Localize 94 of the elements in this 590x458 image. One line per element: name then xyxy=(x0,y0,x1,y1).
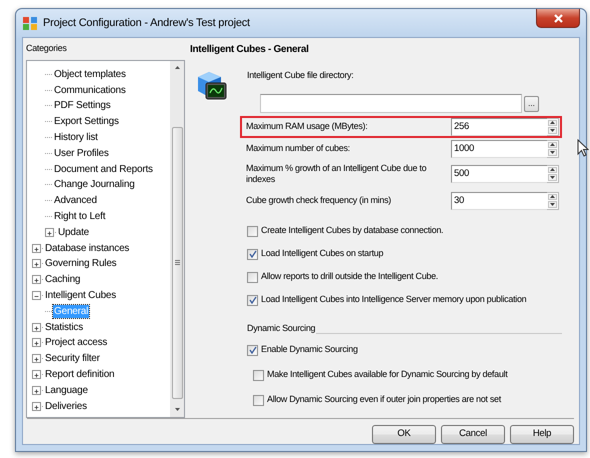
down-arrow-icon xyxy=(550,150,555,154)
checkbox-label[interactable]: Allow reports to drill outside the Intelligent Cube. xyxy=(261,270,438,284)
spin-up-button[interactable] xyxy=(548,166,557,173)
scrollbar-thumb[interactable] xyxy=(172,126,182,398)
spin-up-button[interactable] xyxy=(548,142,557,148)
collapse-icon[interactable] xyxy=(32,291,41,300)
checkbox-label[interactable]: Load Intelligent Cubes into Intelligence Server memory upon publication xyxy=(261,293,526,307)
expand-icon[interactable] xyxy=(32,386,41,395)
checkbox[interactable] xyxy=(247,344,258,356)
checkbox-label[interactable]: Allow Dynamic Sourcing even if outer join properties are not set xyxy=(267,393,501,407)
tree-item[interactable]: Language xyxy=(44,384,89,397)
tree-item[interactable]: User Profiles xyxy=(53,146,110,160)
field-label: Maximum RAM usage (MBytes): xyxy=(246,121,368,132)
panel-title: Intelligent Cubes - General xyxy=(190,43,310,57)
dialog-button[interactable]: Help xyxy=(510,425,574,444)
spin-down-button[interactable] xyxy=(548,174,557,180)
dialog-button[interactable]: OK xyxy=(372,425,436,444)
tree-item[interactable]: Advanced xyxy=(53,194,98,208)
down-arrow-icon xyxy=(550,128,555,132)
spin-control[interactable] xyxy=(547,164,559,182)
expand-icon[interactable] xyxy=(32,354,41,364)
checkbox-label[interactable]: Create Intelligent Cubes by database connection. xyxy=(261,224,444,238)
tree-item[interactable]: History list xyxy=(53,131,99,144)
app-icon xyxy=(22,15,38,31)
number-field[interactable]: 1000 xyxy=(451,140,547,158)
checkbox-label[interactable]: Load Intelligent Cubes on startup xyxy=(261,247,384,261)
close-button[interactable] xyxy=(536,9,580,28)
expand-icon[interactable] xyxy=(32,370,41,380)
up-arrow-icon xyxy=(550,121,555,124)
field-label: Cube growth check frequency (in mins) xyxy=(246,195,392,206)
close-icon xyxy=(552,12,564,24)
number-field[interactable]: 500 xyxy=(451,164,547,182)
grip-icon xyxy=(174,260,180,265)
scrollbar[interactable] xyxy=(170,60,184,416)
window-title: Project Configuration - Andrew's Test project xyxy=(43,16,250,31)
checkbox-label[interactable]: Enable Dynamic Sourcing xyxy=(261,343,358,357)
field-label: Maximum % growth of an Intelligent Cube due to indexes xyxy=(246,162,428,184)
down-arrow-icon xyxy=(550,202,555,206)
up-arrow-icon xyxy=(550,195,555,198)
cursor-icon xyxy=(577,139,589,157)
tree-item[interactable]: Governing Rules xyxy=(44,257,118,270)
tree-item[interactable]: Caching xyxy=(44,273,82,286)
tree-item[interactable]: Intelligent Cubes xyxy=(44,289,118,302)
expand-icon[interactable] xyxy=(32,275,41,284)
expand-icon[interactable] xyxy=(32,338,41,348)
down-arrow-icon xyxy=(550,176,555,179)
browse-button[interactable]: ... xyxy=(524,96,539,112)
checkbox[interactable] xyxy=(247,294,258,306)
expand-icon[interactable] xyxy=(32,259,41,268)
up-arrow-icon xyxy=(550,143,555,146)
checkbox[interactable] xyxy=(253,394,264,406)
tree-item[interactable]: Statistics xyxy=(44,320,84,334)
spin-down-button[interactable] xyxy=(548,127,557,134)
scroll-up-icon xyxy=(174,65,180,70)
tree-item[interactable]: Right to Left xyxy=(53,210,106,224)
checkbox[interactable] xyxy=(247,272,258,282)
checkbox[interactable] xyxy=(247,226,258,236)
spin-up-button[interactable] xyxy=(548,120,557,126)
tree-item[interactable]: Database instances xyxy=(44,242,130,255)
expand-icon[interactable] xyxy=(32,402,41,411)
number-field[interactable]: 256 xyxy=(451,118,547,136)
number-field[interactable]: 30 xyxy=(451,192,547,210)
tree-item[interactable]: Security filter xyxy=(44,352,101,366)
spin-down-button[interactable] xyxy=(548,201,557,208)
directory-field[interactable] xyxy=(260,94,522,112)
tree-item[interactable]: Update xyxy=(57,226,90,239)
tree-item[interactable]: PDF Settings xyxy=(53,99,112,112)
tree-item[interactable]: Deliveries xyxy=(44,400,88,413)
field-label: Maximum number of cubes: xyxy=(246,143,351,154)
expand-icon[interactable] xyxy=(32,244,41,253)
checkbox[interactable] xyxy=(253,370,264,380)
up-arrow-icon xyxy=(550,168,555,172)
tree-item[interactable]: Report definition xyxy=(44,368,116,382)
tree-item[interactable]: Document and Reports xyxy=(53,162,154,176)
section-label: Dynamic Sourcing xyxy=(247,322,316,335)
spin-down-button[interactable] xyxy=(548,149,557,156)
scroll-down-icon xyxy=(174,407,180,412)
expand-icon[interactable] xyxy=(45,228,54,237)
cube-monitor-icon xyxy=(195,69,227,101)
spin-control[interactable] xyxy=(547,192,559,210)
spin-control[interactable] xyxy=(547,140,559,158)
tree-item[interactable]: Communications xyxy=(53,84,127,97)
dialog-button[interactable]: Cancel xyxy=(441,425,505,444)
categories-label: Categories xyxy=(26,42,68,55)
field-label: Intelligent Cube file directory: xyxy=(247,69,354,82)
checkbox[interactable] xyxy=(247,248,258,260)
tree-item[interactable]: Change Journaling xyxy=(53,178,136,192)
spin-up-button[interactable] xyxy=(548,194,557,200)
tree-item[interactable]: Project access xyxy=(44,336,108,350)
checkbox-label[interactable]: Make Intelligent Cubes available for Dynamic Sourcing by default xyxy=(267,368,508,382)
tree-item[interactable]: Object templates xyxy=(53,68,127,81)
spin-control[interactable] xyxy=(547,118,559,136)
expand-icon[interactable] xyxy=(32,322,41,332)
tree-item[interactable]: Export Settings xyxy=(53,115,120,128)
